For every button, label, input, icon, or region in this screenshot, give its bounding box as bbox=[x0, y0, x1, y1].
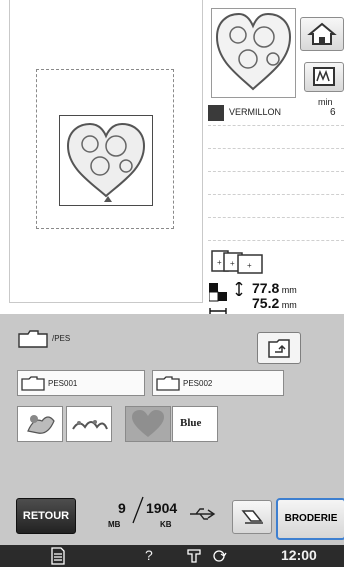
thread-color-name: VERMILLON bbox=[229, 107, 282, 117]
folder-button-pes002[interactable]: PES002 bbox=[152, 370, 284, 396]
memory-free: 1904 bbox=[146, 500, 178, 516]
display-mode-button[interactable] bbox=[304, 62, 344, 92]
svg-text:+: + bbox=[247, 261, 252, 270]
color-list-divider bbox=[208, 148, 344, 149]
folder-label: PES001 bbox=[48, 379, 78, 388]
height-arrow-icon bbox=[233, 281, 245, 297]
embroidery-button[interactable]: BRODERIE bbox=[276, 498, 344, 540]
folder-button-pes001[interactable]: PES001 bbox=[17, 370, 145, 396]
embroidery-frame-icon: + + + bbox=[210, 249, 268, 275]
folder-up-button[interactable] bbox=[257, 332, 301, 364]
heart-design-icon bbox=[66, 122, 146, 202]
design-thumbnail bbox=[211, 8, 296, 98]
design-preview bbox=[59, 115, 153, 206]
color-list-divider bbox=[208, 125, 344, 126]
slash-divider bbox=[132, 496, 144, 524]
document-icon[interactable] bbox=[50, 547, 66, 565]
back-button[interactable]: RETOUR bbox=[16, 498, 76, 534]
color-list-divider bbox=[208, 240, 344, 241]
folder-icon bbox=[156, 376, 180, 391]
design-height: 77.8 mm bbox=[252, 280, 297, 296]
memory-used-unit: MB bbox=[108, 520, 121, 529]
tile-label: Blue bbox=[180, 417, 202, 429]
color-list-divider bbox=[208, 171, 344, 172]
folder-up-icon bbox=[268, 339, 290, 358]
color-list-divider bbox=[208, 194, 344, 195]
folder-icon bbox=[18, 330, 48, 348]
design-file-tile[interactable] bbox=[66, 406, 112, 442]
svg-text:+: + bbox=[230, 259, 235, 268]
design-file-tile[interactable] bbox=[17, 406, 63, 442]
usb-icon bbox=[188, 506, 218, 522]
floral-design-thumbnail bbox=[27, 415, 55, 434]
current-path: /PES bbox=[52, 334, 71, 343]
folder-label: PES002 bbox=[183, 379, 213, 388]
folder-icon bbox=[21, 376, 45, 391]
heart-thumbnail-icon bbox=[215, 12, 292, 91]
thread-time-header: min bbox=[318, 97, 333, 107]
design-file-tile[interactable]: Blue bbox=[172, 406, 218, 442]
memory-free-unit: KB bbox=[160, 520, 172, 529]
thread-time-value: 6 bbox=[330, 107, 336, 118]
thread-color-swatch bbox=[208, 105, 224, 121]
home-button[interactable] bbox=[300, 17, 344, 51]
heart-design-thumbnail bbox=[132, 410, 164, 437]
clock: 12:00 bbox=[281, 547, 317, 563]
eraser-icon bbox=[241, 510, 263, 524]
home-icon bbox=[307, 22, 337, 45]
pattern-display-icon bbox=[313, 67, 335, 86]
machine-icon[interactable] bbox=[186, 547, 204, 565]
rotate-icon[interactable] bbox=[210, 548, 228, 564]
design-file-tile-selected[interactable] bbox=[125, 406, 171, 442]
width-arrow-icon bbox=[209, 301, 227, 314]
design-width: 75.2 mm bbox=[252, 295, 297, 311]
size-icon bbox=[208, 283, 229, 303]
color-list-divider bbox=[208, 217, 344, 218]
lettering-design-thumbnail bbox=[72, 420, 108, 430]
delete-button[interactable] bbox=[232, 500, 272, 534]
help-button[interactable]: ? bbox=[145, 547, 153, 563]
svg-text:+: + bbox=[217, 258, 222, 267]
memory-used: 9 bbox=[118, 500, 126, 516]
